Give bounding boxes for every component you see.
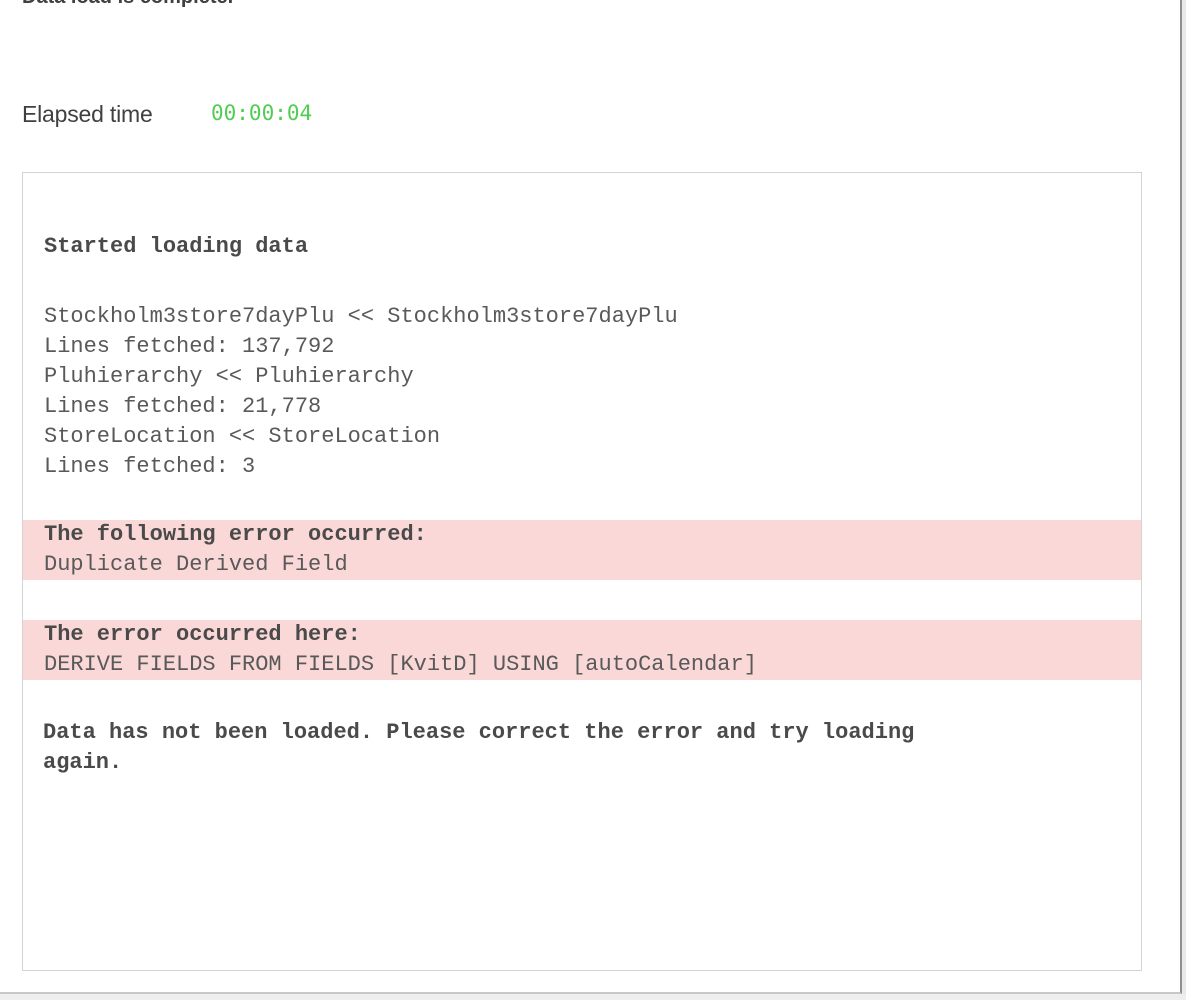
log-entry: Lines fetched: 21,778 <box>44 394 322 419</box>
load-result-message: Data has not been loaded. Please correct… <box>43 720 915 745</box>
error-heading: The following error occurred: <box>44 522 427 547</box>
error-location-block: The error occurred here: DERIVE FIELDS F… <box>23 620 1141 680</box>
log-entry: Stockholm3store7dayPlu << Stockholm3stor… <box>44 304 678 329</box>
error-block: The following error occurred: Duplicate … <box>23 520 1141 580</box>
window-edge-shade <box>1182 0 1186 1000</box>
error-location-statement: DERIVE FIELDS FROM FIELDS [KvitD] USING … <box>44 652 757 677</box>
data-load-dialog: Data load is complete. Elapsed time 00:0… <box>0 0 1182 994</box>
elapsed-time-value: 00:00:04 <box>211 101 313 125</box>
log-entry: Lines fetched: 137,792 <box>44 334 335 359</box>
error-message: Duplicate Derived Field <box>44 552 348 577</box>
error-location-heading: The error occurred here: <box>44 622 361 647</box>
load-log-panel[interactable]: Started loading data Stockholm3store7day… <box>22 172 1142 971</box>
log-entry: Lines fetched: 3 <box>44 454 256 479</box>
log-entry: Pluhierarchy << Pluhierarchy <box>44 364 414 389</box>
elapsed-time-label: Elapsed time <box>22 101 153 127</box>
log-heading: Started loading data <box>44 234 309 259</box>
load-result-message-continued: again. <box>43 750 123 775</box>
log-entry: StoreLocation << StoreLocation <box>44 424 441 449</box>
load-status-message: Data load is complete. <box>22 0 233 9</box>
window-bottom-shade <box>0 994 1186 1000</box>
